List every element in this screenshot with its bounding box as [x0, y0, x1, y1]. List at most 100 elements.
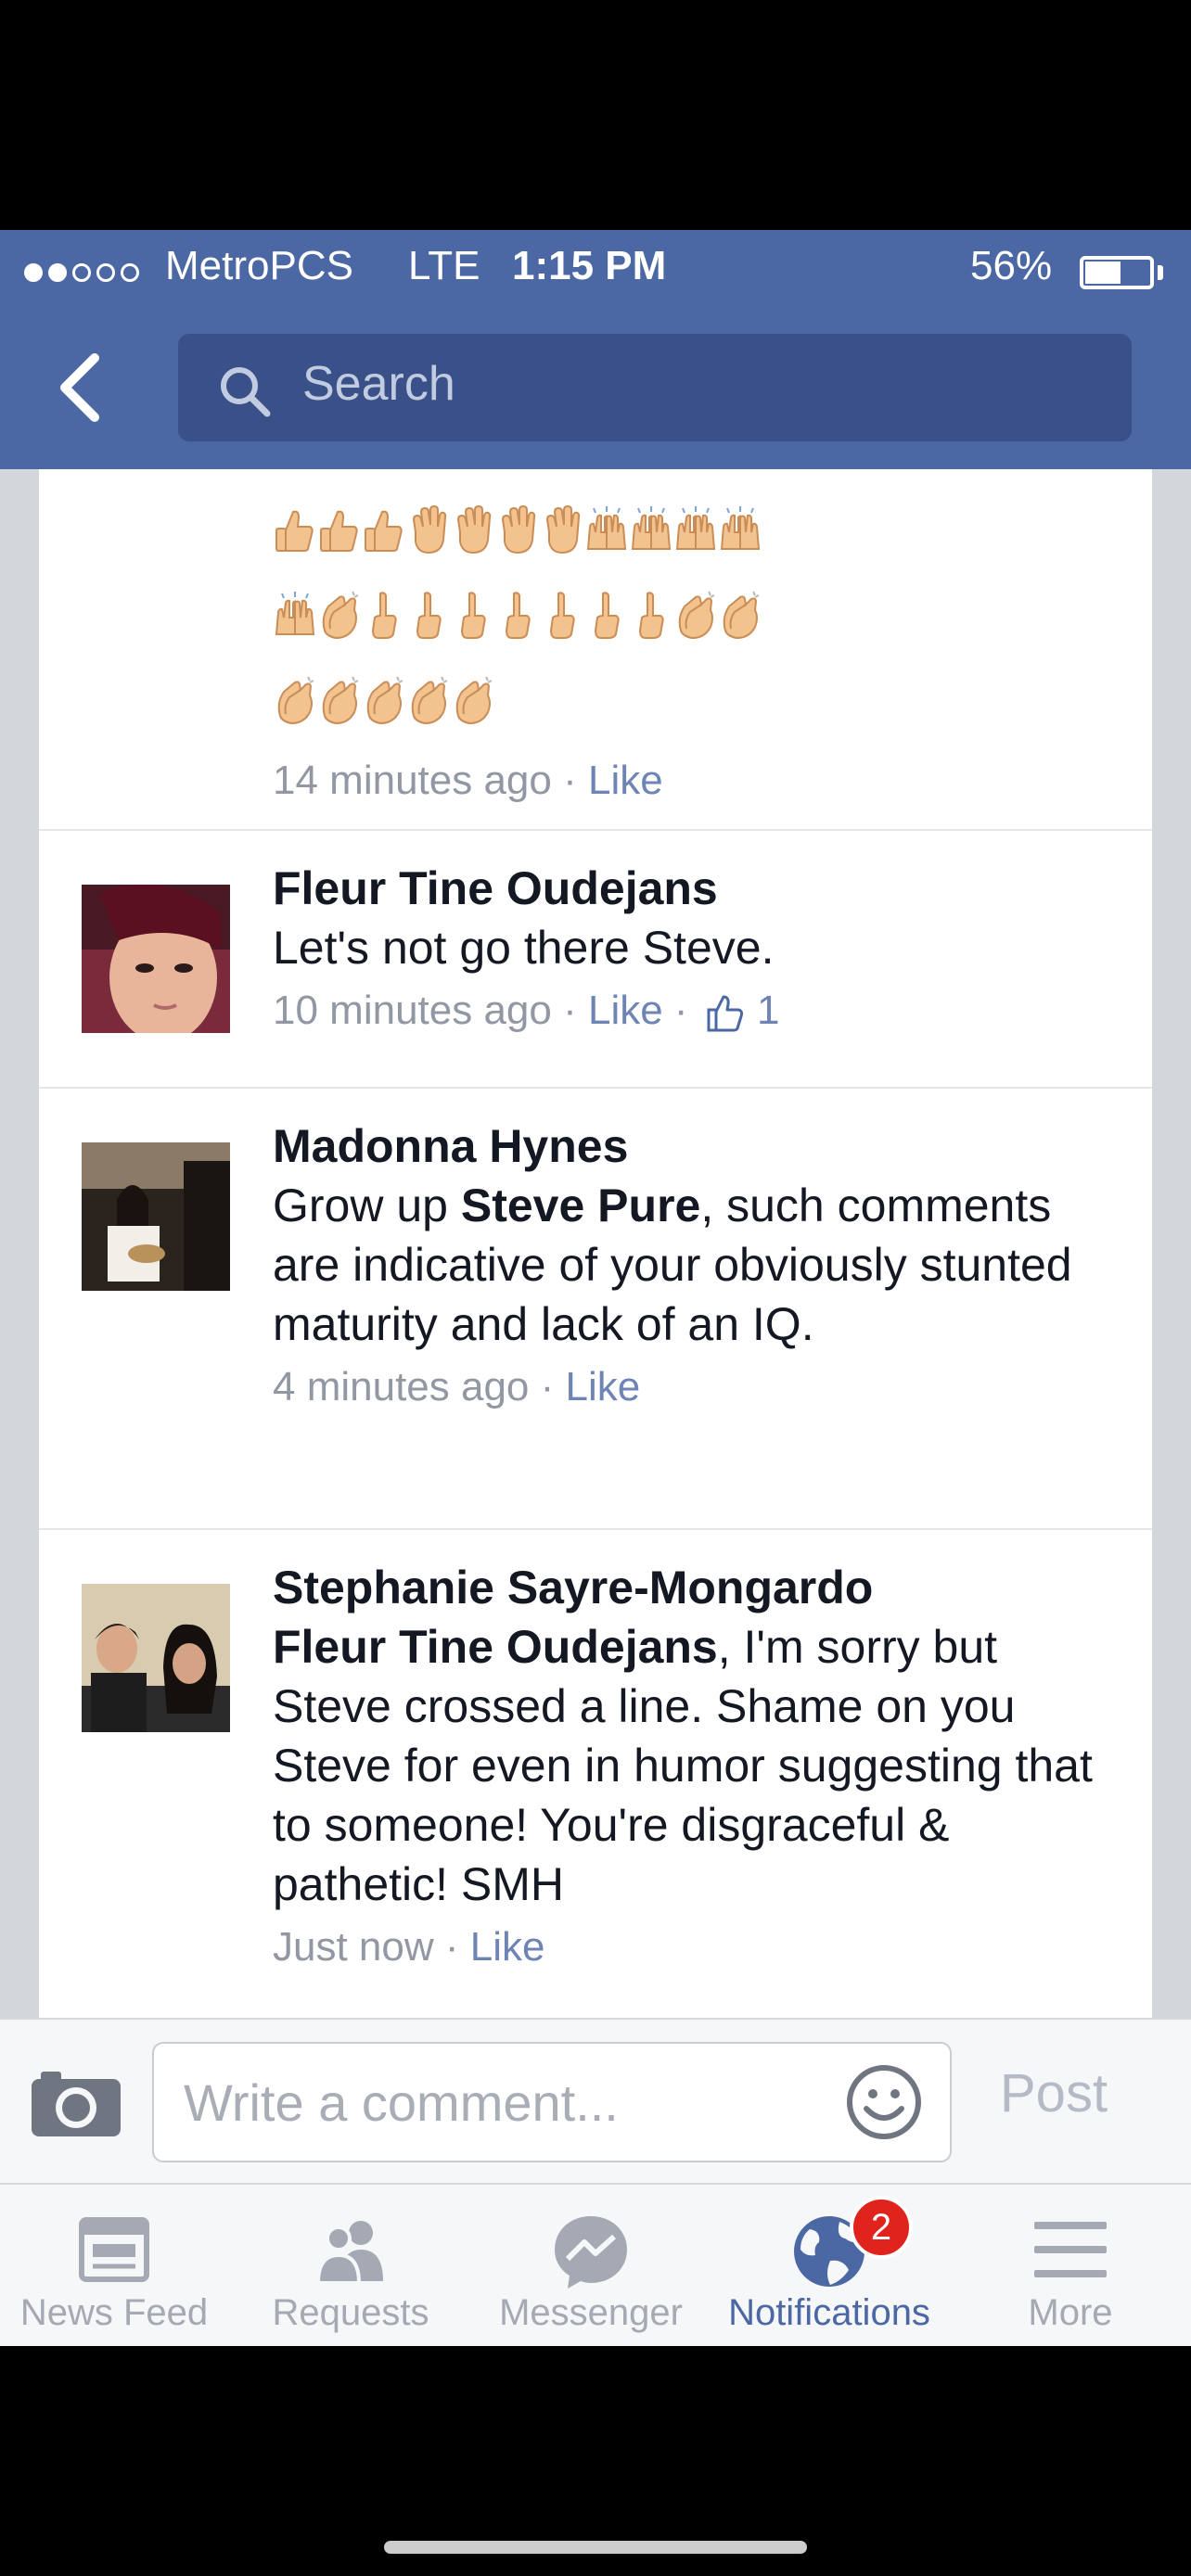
tab-label: Messenger [499, 2292, 683, 2333]
comment-item: Fleur Tine Oudejans Let's not go there S… [39, 831, 1152, 1087]
raising-hands-icon [629, 504, 672, 556]
battery-percent: 56% [970, 243, 1053, 288]
signal-dot [96, 263, 115, 282]
comments-list: 14 minutes ago · Like Fleur Tine Oudejan… [39, 469, 1152, 2250]
post-button[interactable]: Post [1000, 2062, 1108, 2124]
like-count: 1 [757, 988, 780, 1033]
waving-hand-icon [406, 504, 449, 556]
like-link[interactable]: Like [588, 758, 663, 803]
avatar-photo [82, 885, 230, 1033]
mention-link[interactable]: Fleur Tine Oudejans [273, 1621, 718, 1673]
comment-item: Stephanie Sayre-Mongardo Fleur Tine Oude… [39, 1530, 1152, 2031]
clapping-hands-icon [362, 675, 404, 727]
comment-body: Stephanie Sayre-Mongardo Fleur Tine Oude… [273, 1558, 1126, 1975]
thumbs-up-icon [362, 504, 404, 556]
friend-requests-icon [315, 2221, 383, 2285]
phone-screen: MetroPCS LTE 1:15 PM 56% Search 14 minut… [0, 230, 1191, 2346]
smiley-icon[interactable] [844, 2062, 924, 2142]
comment-timestamp: 10 minutes ago [273, 988, 552, 1033]
thumbs-up-icon [273, 504, 315, 556]
search-placeholder: Search [302, 357, 455, 411]
network-type: LTE [408, 243, 480, 288]
tab-more[interactable]: More [950, 2185, 1191, 2346]
tab-label: More [1028, 2292, 1113, 2333]
signal-dot [24, 263, 43, 282]
clapping-hands-icon [406, 675, 449, 727]
signal-dot [72, 263, 91, 282]
signal-dot [48, 263, 67, 282]
pointing-up-icon [495, 590, 538, 642]
avatar[interactable] [82, 1142, 230, 1291]
tab-label: Notifications [728, 2292, 930, 2333]
pointing-up-icon [406, 590, 449, 642]
comment-text: Let's not go there Steve. [273, 922, 775, 974]
emoji-message [273, 488, 1108, 744]
battery-tip [1158, 265, 1163, 280]
comment-meta: 14 minutes ago · Like [273, 758, 663, 803]
bottom-tab-bar: News Feed Requests Messenger 2 Notificat… [0, 2183, 1191, 2346]
emoji-row [273, 488, 1108, 573]
comment-body: Fleur Tine Oudejans Let's not go there S… [273, 859, 1126, 1039]
avatar-photo [82, 1142, 230, 1291]
like-link[interactable]: Like [588, 988, 663, 1033]
comment-composer: Post [0, 2018, 1191, 2183]
clapping-hands-icon [273, 675, 315, 727]
avatar-photo [82, 1584, 230, 1732]
pointing-up-icon [540, 590, 583, 642]
clapping-hands-icon [673, 590, 716, 642]
back-button[interactable] [37, 341, 130, 434]
camera-icon[interactable] [28, 2066, 124, 2140]
avatar[interactable] [82, 1584, 230, 1732]
messenger-icon [555, 2216, 627, 2289]
emoji-row [273, 658, 1108, 744]
like-link[interactable]: Like [470, 1924, 545, 1970]
thumbs-up-icon [707, 995, 743, 1032]
waving-hand-icon [540, 504, 583, 556]
status-bar: MetroPCS LTE 1:15 PM 56% [0, 230, 1191, 313]
search-icon [221, 367, 271, 417]
signal-strength-icon [24, 263, 139, 282]
comment-author[interactable]: Fleur Tine Oudejans [273, 859, 1126, 918]
tab-messenger[interactable]: Messenger [473, 2185, 709, 2346]
like-link[interactable]: Like [566, 1364, 641, 1409]
tab-label: Requests [272, 2292, 429, 2333]
comment-input[interactable] [152, 2042, 952, 2162]
comment-timestamp: Just now [273, 1924, 434, 1970]
pointing-up-icon [584, 590, 627, 642]
status-time: 1:15 PM [512, 243, 667, 288]
carrier-name: MetroPCS [165, 243, 353, 288]
menu-icon [1034, 2222, 1107, 2277]
notification-badge: 2 [850, 2196, 913, 2259]
clapping-hands-icon [451, 675, 493, 727]
clapping-hands-icon [317, 675, 360, 727]
raising-hands-icon [584, 504, 627, 556]
comment-body: Madonna Hynes Grow up Steve Pure, such c… [273, 1116, 1126, 1415]
comment-text: Grow up Steve Pure, such comments are in… [273, 1180, 1072, 1350]
clapping-hands-icon [718, 590, 761, 642]
comment-timestamp: 4 minutes ago [273, 1364, 530, 1409]
raising-hands-icon [673, 504, 716, 556]
comment-timestamp: 14 minutes ago [273, 758, 552, 803]
clapping-hands-icon [317, 590, 360, 642]
comment-text: Fleur Tine Oudejans, I'm sorry but Steve… [273, 1621, 1093, 1910]
comment-meta: 10 minutes ago · Like · 1 [273, 988, 780, 1033]
avatar[interactable] [82, 885, 230, 1033]
tab-label: News Feed [19, 2292, 209, 2333]
tab-requests[interactable]: Requests [228, 2185, 473, 2346]
comment-meta: 4 minutes ago · Like [273, 1364, 641, 1409]
chevron-left-icon [60, 353, 99, 422]
emoji-row [273, 573, 1108, 658]
raising-hands-icon [273, 590, 315, 642]
home-indicator[interactable] [384, 2541, 807, 2554]
tab-notifications[interactable]: 2 Notifications [709, 2185, 950, 2346]
comment-emoji-reply [39, 469, 1152, 725]
waving-hand-icon [451, 504, 493, 556]
news-feed-icon [79, 2217, 149, 2282]
tab-news-feed[interactable]: News Feed [0, 2185, 228, 2346]
battery-icon [1080, 256, 1154, 289]
comment-author[interactable]: Stephanie Sayre-Mongardo [273, 1558, 1126, 1617]
comment-author[interactable]: Madonna Hynes [273, 1116, 1126, 1176]
search-bar[interactable]: Search [178, 334, 1132, 441]
mention-link[interactable]: Steve Pure [461, 1180, 700, 1231]
thumbs-up-icon [317, 504, 360, 556]
